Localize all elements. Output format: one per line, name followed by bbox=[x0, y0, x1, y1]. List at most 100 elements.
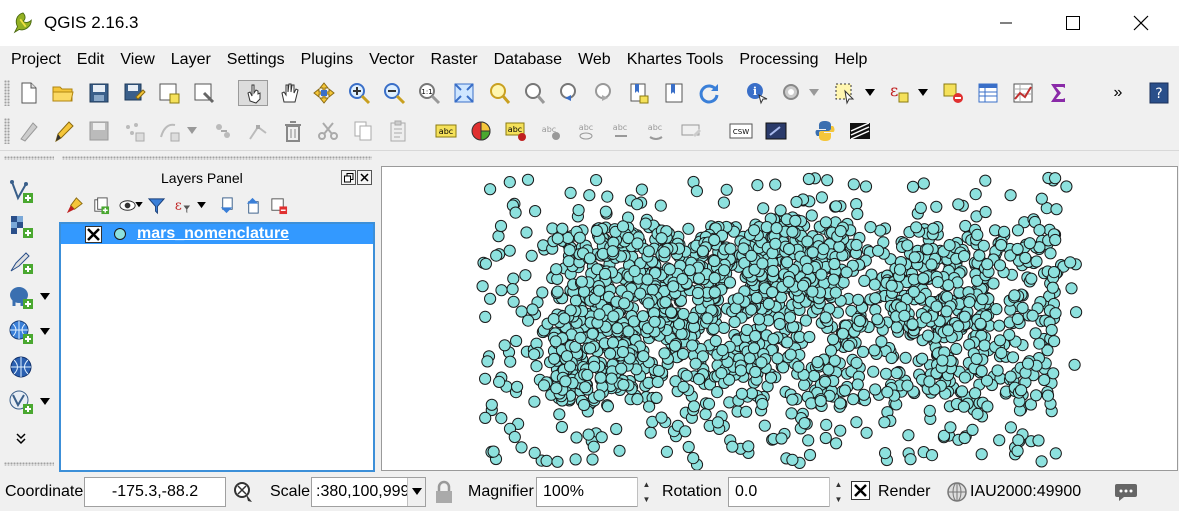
pan-map-to-selection-tool[interactable] bbox=[238, 80, 268, 106]
cut-features-button[interactable] bbox=[315, 118, 341, 144]
add-circular-string-button[interactable] bbox=[156, 118, 182, 144]
select-features-button[interactable] bbox=[832, 80, 858, 106]
current-edits-button[interactable] bbox=[16, 118, 42, 144]
remove-layer-button[interactable] bbox=[267, 194, 289, 216]
pin-labels-button[interactable]: abc bbox=[503, 118, 529, 144]
toggle-editing-button[interactable] bbox=[51, 118, 77, 144]
help-button[interactable]: ? bbox=[1146, 80, 1172, 106]
layer-visibility-checkbox[interactable] bbox=[85, 226, 102, 243]
layer-diagram-options-button[interactable] bbox=[468, 118, 494, 144]
deselect-features-button[interactable] bbox=[940, 80, 966, 106]
wms-dropdown[interactable] bbox=[38, 317, 52, 347]
open-layer-styling-button[interactable] bbox=[63, 194, 85, 216]
messages-button[interactable] bbox=[1112, 478, 1140, 506]
lock-scale-button[interactable] bbox=[430, 478, 458, 506]
new-print-composer-button[interactable] bbox=[156, 80, 182, 106]
visibility-dropdown[interactable] bbox=[133, 194, 145, 216]
toggle-coordinate-extents-button[interactable] bbox=[230, 478, 258, 506]
save-project-button[interactable] bbox=[86, 80, 112, 106]
highlight-pinned-labels-button[interactable]: abc bbox=[538, 118, 564, 144]
rotate-label-button[interactable]: abc bbox=[643, 118, 669, 144]
circular-string-dropdown[interactable] bbox=[186, 118, 198, 144]
toolbar-handle[interactable] bbox=[4, 80, 10, 106]
new-project-button[interactable] bbox=[16, 80, 42, 106]
open-project-button[interactable] bbox=[50, 80, 76, 106]
spin-up-icon[interactable]: ▲ bbox=[638, 477, 655, 492]
filter-by-expression-button[interactable]: ε bbox=[171, 194, 193, 216]
identify-features-button[interactable]: i bbox=[744, 80, 770, 106]
refresh-button[interactable] bbox=[696, 80, 722, 106]
composer-manager-button[interactable] bbox=[191, 80, 217, 106]
float-panel-button[interactable] bbox=[341, 170, 356, 185]
menu-khartes-tools[interactable]: Khartes Tools bbox=[619, 46, 732, 74]
metasearch-csw-button[interactable]: CSW bbox=[728, 118, 754, 144]
delete-selected-button[interactable] bbox=[280, 118, 306, 144]
rotation-field[interactable]: 0.0 bbox=[728, 477, 830, 507]
show-bookmarks-button[interactable] bbox=[661, 80, 687, 106]
minimize-button[interactable] bbox=[977, 0, 1035, 46]
zoom-actual-size-button[interactable]: 1:1 bbox=[416, 80, 442, 106]
add-wcs-layer-button[interactable] bbox=[6, 352, 36, 382]
add-feature-button[interactable] bbox=[121, 118, 147, 144]
layer-labeling-options-button[interactable]: abc bbox=[433, 118, 459, 144]
copy-features-button[interactable] bbox=[350, 118, 376, 144]
rotation-spinner[interactable]: ▲ ▼ bbox=[829, 477, 847, 507]
save-layer-edits-button[interactable] bbox=[86, 118, 112, 144]
menu-view[interactable]: View bbox=[112, 46, 162, 74]
zoom-next-button[interactable] bbox=[591, 80, 617, 106]
zoom-to-selection-button[interactable] bbox=[486, 80, 512, 106]
field-calculator-button[interactable] bbox=[1010, 80, 1036, 106]
layer-item-mars-nomenclature[interactable]: mars_nomenclature bbox=[61, 224, 373, 244]
expand-all-button[interactable] bbox=[215, 194, 237, 216]
close-button[interactable] bbox=[1112, 0, 1170, 46]
add-postgis-layer-button[interactable] bbox=[6, 282, 36, 312]
zoom-in-button[interactable] bbox=[346, 80, 372, 106]
crs-label[interactable]: IAU2000:49900 bbox=[970, 483, 1081, 501]
spin-down-icon[interactable]: ▼ bbox=[638, 492, 655, 507]
move-label-button[interactable]: abc bbox=[608, 118, 634, 144]
postgis-dropdown[interactable] bbox=[38, 282, 52, 312]
change-label-button[interactable] bbox=[678, 118, 704, 144]
menu-edit[interactable]: Edit bbox=[69, 46, 113, 74]
run-feature-action-button[interactable] bbox=[779, 80, 805, 106]
open-attribute-table-button[interactable] bbox=[975, 80, 1001, 106]
add-raster-layer-button[interactable] bbox=[6, 211, 36, 241]
show-hide-labels-button[interactable]: abc bbox=[573, 118, 599, 144]
collapse-all-button[interactable] bbox=[241, 194, 263, 216]
new-bookmark-button[interactable] bbox=[626, 80, 652, 106]
magnifier-spinner[interactable]: ▲ ▼ bbox=[637, 477, 655, 507]
spin-down-icon[interactable]: ▼ bbox=[830, 492, 847, 507]
expression-filter-dropdown[interactable] bbox=[195, 194, 207, 216]
paste-features-button[interactable] bbox=[385, 118, 411, 144]
menu-processing[interactable]: Processing bbox=[731, 46, 826, 74]
spin-up-icon[interactable]: ▲ bbox=[830, 477, 847, 492]
dock-handle[interactable] bbox=[4, 156, 54, 160]
pan-to-selection-button[interactable] bbox=[311, 80, 337, 106]
filter-legend-button[interactable] bbox=[145, 194, 167, 216]
magnifier-field[interactable]: 100% bbox=[536, 477, 638, 507]
select-by-expression-button[interactable]: ε bbox=[886, 80, 912, 106]
add-group-button[interactable] bbox=[89, 194, 111, 216]
crs-status-button[interactable] bbox=[943, 478, 971, 506]
menu-plugins[interactable]: Plugins bbox=[293, 46, 361, 74]
close-panel-button[interactable] bbox=[357, 170, 372, 185]
hillshade-plugin-button[interactable] bbox=[847, 118, 873, 144]
toolbar-overflow-button[interactable]: » bbox=[1105, 80, 1131, 106]
add-vector-layer-button[interactable] bbox=[6, 176, 36, 206]
terminal-plugin-button[interactable] bbox=[763, 118, 789, 144]
maximize-button[interactable] bbox=[1044, 0, 1102, 46]
scale-dropdown-button[interactable] bbox=[407, 478, 425, 506]
zoom-to-layer-button[interactable] bbox=[521, 80, 547, 106]
python-console-button[interactable] bbox=[812, 118, 838, 144]
menu-layer[interactable]: Layer bbox=[163, 46, 219, 74]
wfs-dropdown[interactable] bbox=[38, 387, 52, 417]
pan-map-button[interactable] bbox=[276, 80, 302, 106]
toolbar-handle[interactable] bbox=[4, 118, 10, 144]
zoom-last-button[interactable] bbox=[556, 80, 582, 106]
dock-handle[interactable] bbox=[62, 156, 372, 160]
menu-settings[interactable]: Settings bbox=[219, 46, 293, 74]
menu-web[interactable]: Web bbox=[570, 46, 619, 74]
menu-database[interactable]: Database bbox=[486, 46, 571, 74]
more-tools-button[interactable] bbox=[6, 430, 36, 448]
coordinate-field[interactable]: -175.3,-88.2 bbox=[84, 477, 226, 507]
